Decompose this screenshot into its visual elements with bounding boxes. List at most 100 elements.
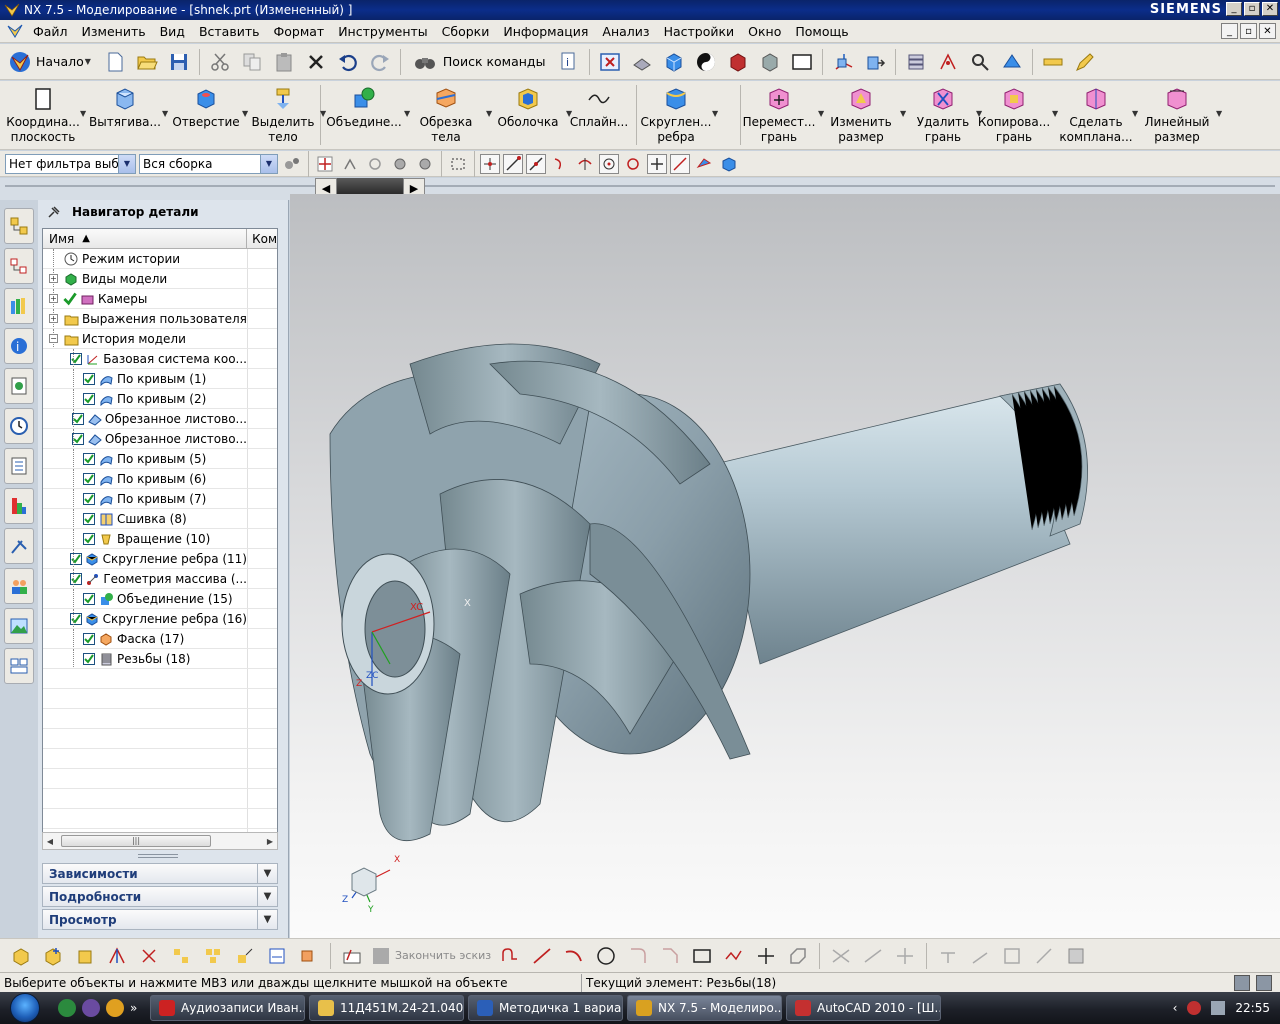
start-button[interactable]: Начало ▼	[6, 48, 97, 76]
shell-button[interactable]: Оболочка	[494, 83, 562, 147]
graphics-window[interactable]: XC X ZC Z X Y Z	[290, 194, 1280, 938]
chevron-down-icon[interactable]: ▼	[712, 109, 718, 118]
selection-indicator-icon[interactable]	[1234, 975, 1250, 991]
skype-icon[interactable]	[82, 999, 100, 1017]
clock[interactable]: 22:55	[1235, 1001, 1270, 1015]
torrent-icon[interactable]	[58, 999, 76, 1017]
preview-panel-header[interactable]: Просмотр ▼	[42, 909, 278, 930]
layer-settings-button[interactable]	[902, 48, 930, 76]
comment-column-header[interactable]: Ком	[247, 229, 277, 248]
selection-scope-select[interactable]: Вся сборка ▼	[139, 153, 278, 174]
quick-trim-button[interactable]	[828, 943, 854, 969]
chevron-down-icon[interactable]: ▼	[1132, 109, 1138, 118]
constraint-navigator-tab[interactable]	[4, 248, 34, 284]
taskbar-task[interactable]: 11Д451М.24-21.040 ...	[309, 995, 464, 1021]
feature-row[interactable]: Объединение (15)	[43, 589, 277, 609]
chevron-down-icon[interactable]: ▼	[162, 109, 168, 118]
status-grid-icon[interactable]	[1256, 975, 1272, 991]
display-mode-button[interactable]	[692, 48, 720, 76]
taskbar-task[interactable]: NX 7.5 - Моделиро...	[627, 995, 782, 1021]
expand-icon[interactable]: +	[49, 294, 58, 303]
assembly-constraint-button[interactable]	[296, 943, 322, 969]
chevron-down-icon[interactable]: ▼	[566, 109, 572, 118]
maximize-button[interactable]: ▫	[1244, 2, 1260, 16]
doc-close-button[interactable]: ✕	[1259, 23, 1276, 39]
datum-plane-button[interactable]: Координа... плоскость	[6, 83, 80, 147]
chevron-down-icon[interactable]: ▼	[320, 109, 326, 118]
feature-row[interactable]: По кривым (1)	[43, 369, 277, 389]
save-button[interactable]	[165, 48, 193, 76]
menu-help[interactable]: Помощь	[789, 24, 856, 39]
extrude-button[interactable]: Вытягива...	[88, 83, 162, 147]
sequence-button[interactable]	[168, 943, 194, 969]
roles-tab[interactable]	[4, 568, 34, 604]
taskbar-task[interactable]: Аудиозаписи Иван...	[150, 995, 305, 1021]
feature-row[interactable]: По кривым (5)	[43, 449, 277, 469]
feature-checkbox[interactable]	[83, 652, 95, 665]
menu-view[interactable]: Вид	[154, 24, 193, 39]
checkmark-icon[interactable]	[63, 292, 77, 306]
show-constraints-button[interactable]	[967, 943, 993, 969]
rotate-select-button[interactable]	[364, 153, 386, 175]
tree-row[interactable]: + Виды модели	[43, 269, 277, 289]
assembly-filter-button[interactable]	[281, 153, 303, 175]
copy-button[interactable]	[238, 48, 266, 76]
measure-button[interactable]	[966, 48, 994, 76]
feature-checkbox[interactable]	[83, 472, 95, 485]
expand-icon[interactable]: +	[49, 314, 58, 323]
feature-checkbox[interactable]	[83, 512, 95, 525]
type-filter-select[interactable]: Нет фильтра выбора ▼	[5, 153, 136, 174]
chevron-down-icon[interactable]: ▼	[404, 109, 410, 118]
feature-checkbox[interactable]	[83, 492, 95, 505]
unite-button[interactable]: Объедине...	[326, 83, 402, 147]
sketch-settings-button[interactable]	[1063, 943, 1089, 969]
snap-bar-button[interactable]	[718, 153, 740, 175]
snap-mode-button[interactable]	[314, 153, 336, 175]
wcs-dynamics-button[interactable]	[829, 48, 857, 76]
quick-extend-button[interactable]	[860, 943, 886, 969]
feature-checkbox[interactable]	[83, 632, 95, 645]
history-tab[interactable]	[4, 408, 34, 444]
taskbar-task[interactable]: AutoCAD 2010 - [Ш...	[786, 995, 941, 1021]
sketch-button[interactable]	[339, 943, 365, 969]
tray-expand-icon[interactable]: ‹	[1173, 1001, 1178, 1015]
finish-sketch-button[interactable]: Закончить эскиз	[371, 946, 491, 966]
relations-button[interactable]	[1031, 943, 1057, 969]
hole-button[interactable]: Отверстие	[172, 83, 240, 147]
circle-button[interactable]	[593, 943, 619, 969]
details-panel-header[interactable]: Подробности ▼	[42, 886, 278, 907]
scroll-thumb[interactable]: |||	[61, 835, 211, 847]
chevron-down-icon[interactable]: ▼	[242, 109, 248, 118]
paste-button[interactable]	[270, 48, 298, 76]
feature-checkbox[interactable]	[83, 372, 95, 385]
menu-analysis[interactable]: Анализ	[596, 24, 657, 39]
make-coplanar-button[interactable]: Сделать компланa...	[1059, 83, 1133, 147]
chrome-icon[interactable]	[106, 999, 124, 1017]
visualization-tab[interactable]	[4, 488, 34, 524]
gear-select-button[interactable]	[389, 153, 411, 175]
undo-button[interactable]	[334, 48, 362, 76]
feature-row[interactable]: Сшивка (8)	[43, 509, 277, 529]
menu-file[interactable]: Файл	[27, 24, 76, 39]
feature-row[interactable]: Геометрия массива (...	[43, 569, 277, 589]
line-button[interactable]	[529, 943, 555, 969]
explode-button[interactable]	[136, 943, 162, 969]
feature-row[interactable]: По кривым (7)	[43, 489, 277, 509]
tree-horizontal-scrollbar[interactable]: ◀ ||| ▶	[42, 832, 278, 850]
feature-checkbox[interactable]	[83, 532, 95, 545]
chevron-down-icon[interactable]: ▼	[486, 109, 492, 118]
snap-curve-button[interactable]	[549, 153, 571, 175]
document-icon[interactable]	[6, 23, 24, 39]
feature-row[interactable]: Фаска (17)	[43, 629, 277, 649]
feature-checkbox[interactable]	[83, 592, 95, 605]
assembly-navigator-tab[interactable]	[4, 208, 34, 244]
quick-launch-more-icon[interactable]: »	[130, 999, 142, 1017]
scroll-right-arrow[interactable]: ▶	[263, 837, 277, 846]
trim-body-button[interactable]: Обрезка тела	[412, 83, 480, 147]
chevron-down-icon[interactable]: ▼	[976, 109, 982, 118]
windows-start-button[interactable]	[0, 992, 50, 1024]
network-icon[interactable]	[1187, 1001, 1202, 1015]
snap-point-button[interactable]	[934, 48, 962, 76]
offset-curve-button[interactable]	[785, 943, 811, 969]
chevron-down-icon[interactable]: ▼	[900, 109, 906, 118]
